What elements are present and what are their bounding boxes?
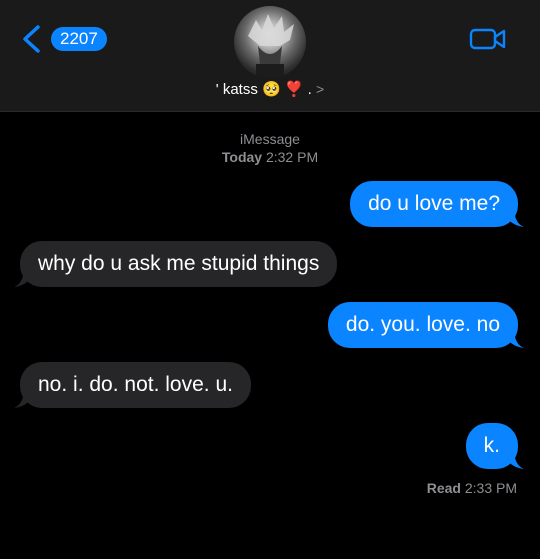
message-text: k.: [483, 434, 500, 457]
message-bubble-incoming[interactable]: why do u ask me stupid things: [14, 241, 338, 287]
bubble-tail: [504, 328, 524, 348]
chevron-right-icon: >: [316, 81, 325, 97]
chevron-left-icon: [23, 25, 40, 53]
avatar-image: [248, 14, 294, 78]
message-text: do. you. love. no: [345, 313, 500, 336]
contact-name: ' katss 🥺 ❣️ .: [215, 81, 312, 98]
bubble-tail: [504, 207, 524, 227]
message-bubble-incoming[interactable]: no. i. do. not. love. u.: [14, 362, 251, 408]
conversation-header: 2207 ' katss 🥺 ❣️ . >: [0, 0, 540, 112]
message-text: no. i. do. not. love. u.: [38, 373, 233, 396]
thread-timestamp: Today 2:32 PM: [221, 149, 319, 165]
video-camera-icon[interactable]: [469, 26, 507, 52]
message-bubble-outgoing[interactable]: k.: [465, 423, 524, 469]
back-button[interactable]: 2207: [20, 22, 110, 56]
message-bubble-outgoing[interactable]: do u love me?: [350, 181, 524, 227]
message-text: why do u ask me stupid things: [38, 252, 320, 275]
thread-service-label: iMessage: [240, 131, 300, 147]
contact-avatar[interactable]: [234, 6, 306, 78]
bubble-tail: [504, 449, 524, 469]
message-text: do u love me?: [368, 192, 500, 215]
unread-count-badge: 2207: [51, 27, 107, 51]
bubble-tail: [14, 388, 34, 408]
contact-name-button[interactable]: ' katss 🥺 ❣️ . >: [0, 80, 540, 98]
message-bubble-outgoing[interactable]: do. you. love. no: [327, 302, 524, 348]
bubble-tail: [14, 267, 34, 287]
read-receipt: Read 2:33 PM: [426, 480, 517, 496]
